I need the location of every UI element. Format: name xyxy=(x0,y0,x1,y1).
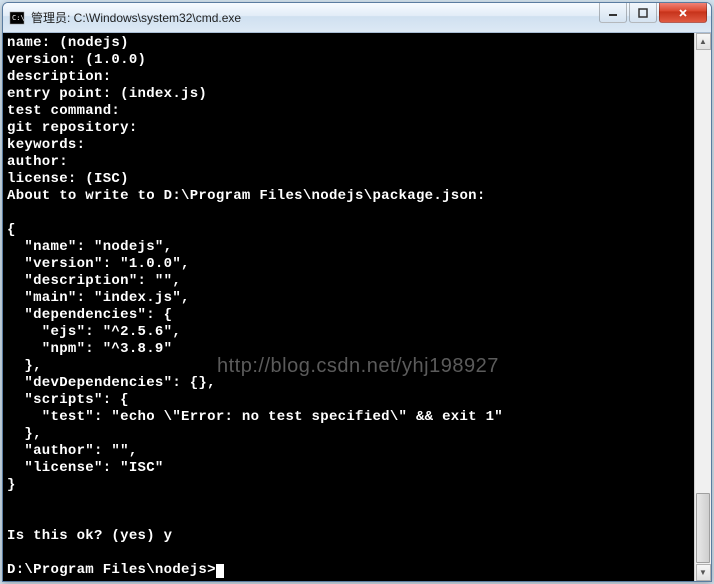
console-area: name: (nodejs) version: (1.0.0) descript… xyxy=(3,33,711,581)
scroll-up-button[interactable]: ▲ xyxy=(696,33,711,50)
window-controls xyxy=(599,3,707,23)
vertical-scrollbar[interactable]: ▲ ▼ xyxy=(694,33,711,581)
titlebar[interactable]: C:\ 管理员: C:\Windows\system32\cmd.exe xyxy=(3,3,711,33)
maximize-button[interactable] xyxy=(629,3,657,23)
cursor xyxy=(216,564,224,578)
close-button[interactable] xyxy=(659,3,707,23)
svg-text:C:\: C:\ xyxy=(12,14,25,22)
cmd-icon: C:\ xyxy=(9,10,25,26)
minimize-button[interactable] xyxy=(599,3,627,23)
cmd-window: C:\ 管理员: C:\Windows\system32\cmd.exe nam… xyxy=(2,2,712,582)
console-output[interactable]: name: (nodejs) version: (1.0.0) descript… xyxy=(3,33,694,581)
scroll-down-button[interactable]: ▼ xyxy=(696,564,711,581)
scroll-thumb[interactable] xyxy=(696,493,710,563)
